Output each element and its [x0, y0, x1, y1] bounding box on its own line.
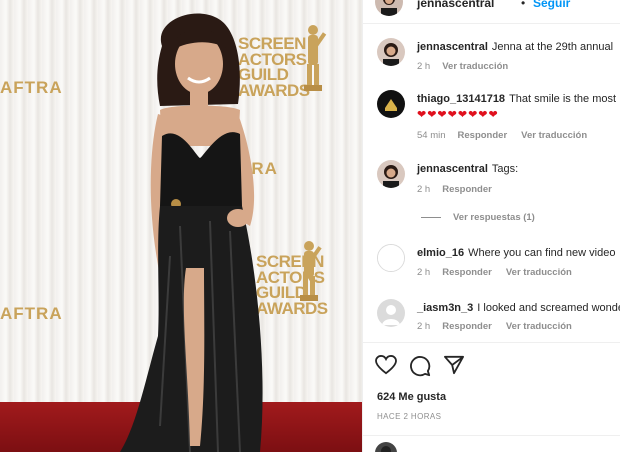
comment-meta: 54 min Responder Ver traducción — [417, 130, 601, 141]
actor-statue-icon — [304, 25, 327, 91]
heart-icon[interactable] — [375, 354, 397, 380]
comment-username[interactable]: jennascentral — [417, 41, 488, 53]
view-replies-button[interactable]: Ver respuestas (1) — [421, 212, 535, 223]
follow-button[interactable]: Seguir — [533, 0, 570, 10]
replies-divider — [421, 216, 441, 218]
commenter-avatar[interactable] — [377, 90, 405, 118]
translate-button[interactable]: Ver traducción — [506, 321, 572, 332]
comment-meta: 2 h Ver traducción — [417, 61, 522, 72]
default-avatar-icon[interactable] — [377, 299, 405, 327]
comment-username[interactable]: _iasm3n_3 — [417, 302, 473, 314]
comment-username[interactable]: elmio_16 — [417, 247, 464, 259]
comments-panel: jennascentral • Seguir jennascentral Jenn… — [362, 0, 620, 452]
translate-button[interactable]: Ver traducción — [442, 61, 508, 72]
reply-button[interactable]: Responder — [442, 267, 492, 278]
aftra-logo-bottom: AFTRA — [0, 304, 63, 323]
comment-icon[interactable] — [409, 355, 431, 382]
comment-time: 2 h — [417, 267, 431, 278]
comment-text: jennascentral Tags: — [417, 163, 519, 175]
current-user-avatar[interactable] — [375, 442, 397, 452]
comment-username[interactable]: jennascentral — [417, 163, 488, 175]
comment-username[interactable]: thiago_13141718 — [417, 93, 505, 105]
comment-text: thiago_13141718 That smile is the most I — [417, 93, 620, 105]
comment-time: 2 h — [417, 321, 431, 332]
comment-time: 54 min — [417, 130, 446, 141]
post-timestamp: HACE 2 HORAS — [377, 412, 442, 421]
author-username[interactable]: jennascentral — [417, 0, 494, 10]
translate-button[interactable]: Ver traducción — [521, 130, 587, 141]
heart-emojis: ❤❤❤❤❤❤❤❤ — [417, 109, 499, 121]
commenter-avatar[interactable] — [377, 244, 405, 272]
comment-text: jennascentral Jenna at the 29th annual — [417, 41, 614, 53]
add-comment-bar — [363, 435, 620, 452]
comment-text: elmio_16 Where you can find new video — [417, 247, 616, 259]
comment-meta: 2 h Responder — [417, 184, 506, 195]
translate-button[interactable]: Ver traducción — [506, 267, 572, 278]
share-icon[interactable] — [443, 355, 465, 380]
reply-button[interactable]: Responder — [442, 321, 492, 332]
comment-time: 2 h — [417, 184, 431, 195]
comment-text: _iasm3n_3 I looked and screamed wonde — [417, 302, 620, 314]
reply-button[interactable]: Responder — [442, 184, 492, 195]
separator-dot: • — [521, 0, 526, 10]
reply-button[interactable]: Responder — [458, 130, 508, 141]
comment-time: 2 h — [417, 61, 431, 72]
likes-count[interactable]: 624 Me gusta — [377, 391, 446, 403]
post-photo[interactable]: AFTRA AFTRA TRA SCREEN ACTORS GUILD AWAR… — [0, 0, 362, 452]
woman-figure — [120, 13, 263, 452]
aftra-logo-left: AFTRA — [0, 78, 63, 97]
author-avatar[interactable] — [375, 0, 403, 16]
commenter-avatar[interactable] — [377, 38, 405, 66]
comment-meta: 2 h Responder Ver traducción — [417, 267, 586, 278]
actor-statue-icon — [300, 241, 322, 301]
commenter-avatar[interactable] — [377, 160, 405, 188]
post-header: jennascentral • Seguir — [363, 0, 620, 24]
comment-meta: 2 h Responder Ver traducción — [417, 321, 586, 332]
